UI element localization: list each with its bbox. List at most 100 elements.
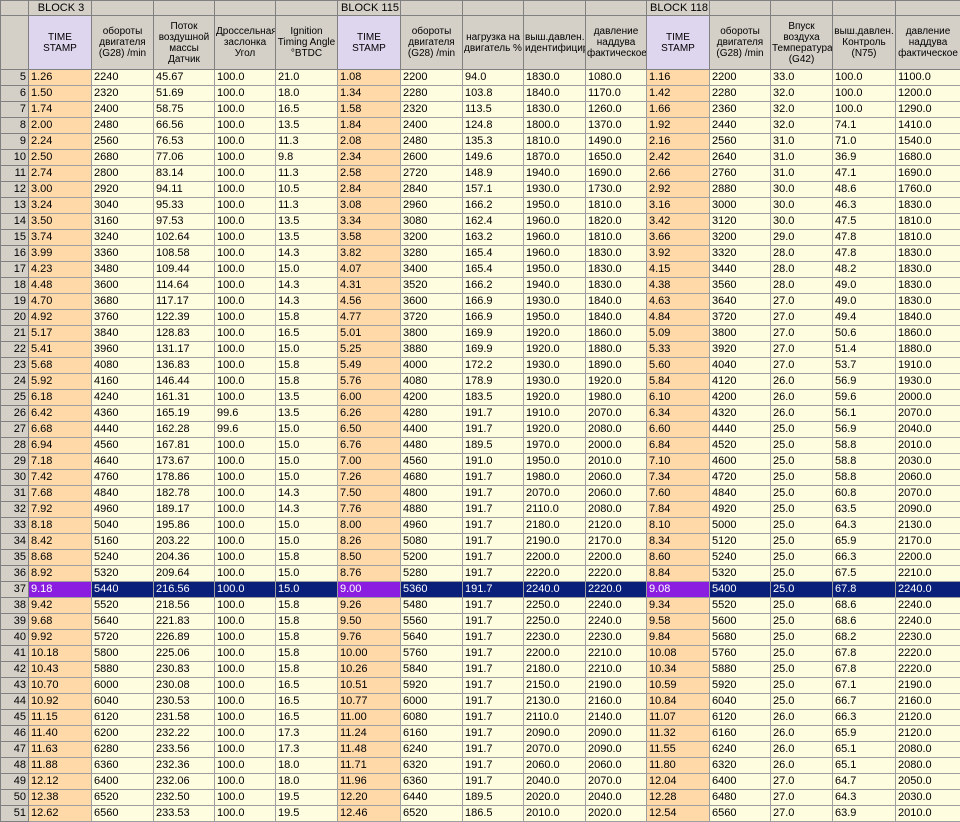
data-cell[interactable]: 2110.0 [524, 502, 586, 518]
data-cell[interactable]: 2600 [401, 150, 463, 166]
data-cell[interactable]: 230.08 [154, 678, 215, 694]
data-cell[interactable]: 6080 [401, 710, 463, 726]
timestamp-cell[interactable]: 5.68 [29, 358, 92, 374]
data-cell[interactable]: 1940.0 [524, 166, 586, 182]
row-number[interactable]: 29 [1, 454, 29, 470]
timestamp-cell[interactable]: 7.00 [338, 454, 401, 470]
data-cell[interactable]: 1910.0 [896, 358, 960, 374]
data-cell[interactable]: 148.9 [463, 166, 524, 182]
timestamp-cell[interactable]: 8.68 [29, 550, 92, 566]
data-cell[interactable]: 2250.0 [524, 598, 586, 614]
data-cell[interactable]: 191.7 [463, 662, 524, 678]
data-cell[interactable]: 5760 [401, 646, 463, 662]
data-cell[interactable]: 191.7 [463, 598, 524, 614]
data-cell[interactable]: 5920 [401, 678, 463, 694]
data-cell[interactable]: 15.8 [276, 358, 338, 374]
data-cell[interactable]: 100.0 [215, 150, 276, 166]
data-cell[interactable]: 28.0 [771, 278, 833, 294]
column-header[interactable]: выш.давлен. Контроль (N75) [833, 16, 896, 70]
data-cell[interactable]: 27.0 [771, 358, 833, 374]
timestamp-cell[interactable]: 4.31 [338, 278, 401, 294]
data-cell[interactable]: 100.0 [215, 550, 276, 566]
timestamp-cell[interactable]: 8.34 [647, 534, 710, 550]
data-cell[interactable]: 2200 [401, 70, 463, 86]
data-cell[interactable]: 2080.0 [896, 758, 960, 774]
data-cell[interactable]: 225.06 [154, 646, 215, 662]
data-cell[interactable]: 68.2 [833, 630, 896, 646]
data-cell[interactable]: 25.0 [771, 470, 833, 486]
timestamp-cell[interactable]: 3.50 [29, 214, 92, 230]
data-cell[interactable]: 67.5 [833, 566, 896, 582]
timestamp-cell[interactable]: 8.92 [29, 566, 92, 582]
data-cell[interactable]: 6440 [401, 790, 463, 806]
data-cell[interactable]: 1830.0 [896, 262, 960, 278]
row-number[interactable]: 33 [1, 518, 29, 534]
data-cell[interactable]: 5240 [92, 550, 154, 566]
data-cell[interactable]: 1880.0 [896, 342, 960, 358]
row-number[interactable]: 44 [1, 694, 29, 710]
data-cell[interactable]: 6320 [401, 758, 463, 774]
row-number[interactable]: 20 [1, 310, 29, 326]
table-row[interactable]: 153.743240102.64100.013.53.583200163.219… [1, 230, 960, 246]
row-number[interactable]: 40 [1, 630, 29, 646]
data-cell[interactable]: 2000.0 [586, 438, 647, 454]
data-cell[interactable]: 5040 [92, 518, 154, 534]
data-cell[interactable]: 5280 [401, 566, 463, 582]
data-cell[interactable]: 191.7 [463, 486, 524, 502]
data-cell[interactable]: 100.0 [215, 742, 276, 758]
row-number[interactable]: 41 [1, 646, 29, 662]
data-cell[interactable]: 6560 [710, 806, 771, 822]
data-cell[interactable]: 100.0 [215, 534, 276, 550]
data-cell[interactable]: 4440 [710, 422, 771, 438]
row-number[interactable]: 24 [1, 374, 29, 390]
data-cell[interactable]: 1370.0 [586, 118, 647, 134]
timestamp-cell[interactable]: 3.34 [338, 214, 401, 230]
timestamp-cell[interactable]: 4.56 [338, 294, 401, 310]
timestamp-cell[interactable]: 12.12 [29, 774, 92, 790]
data-cell[interactable]: 13.5 [276, 406, 338, 422]
data-cell[interactable]: 2060.0 [586, 470, 647, 486]
data-cell[interactable]: 100.0 [215, 774, 276, 790]
row-number[interactable]: 12 [1, 182, 29, 198]
data-cell[interactable]: 17.3 [276, 742, 338, 758]
table-row[interactable]: 143.50316097.53100.013.53.343080162.4196… [1, 214, 960, 230]
timestamp-cell[interactable]: 7.68 [29, 486, 92, 502]
timestamp-cell[interactable]: 2.24 [29, 134, 92, 150]
timestamp-cell[interactable]: 10.34 [647, 662, 710, 678]
data-cell[interactable]: 1810.0 [524, 134, 586, 150]
row-number[interactable]: 49 [1, 774, 29, 790]
data-cell[interactable]: 56.1 [833, 406, 896, 422]
data-cell[interactable]: 2680 [92, 150, 154, 166]
data-cell[interactable]: 14.3 [276, 502, 338, 518]
data-cell[interactable]: 2220.0 [896, 662, 960, 678]
data-cell[interactable]: 16.5 [276, 326, 338, 342]
data-cell[interactable]: 233.56 [154, 742, 215, 758]
data-cell[interactable]: 1820.0 [586, 214, 647, 230]
row-number[interactable]: 17 [1, 262, 29, 278]
data-cell[interactable]: 27.0 [771, 806, 833, 822]
timestamp-cell[interactable]: 6.34 [647, 406, 710, 422]
data-cell[interactable]: 191.7 [463, 758, 524, 774]
data-cell[interactable]: 149.6 [463, 150, 524, 166]
data-cell[interactable]: 3440 [710, 262, 771, 278]
data-cell[interactable]: 1170.0 [586, 86, 647, 102]
timestamp-cell[interactable]: 8.84 [647, 566, 710, 582]
data-cell[interactable]: 182.78 [154, 486, 215, 502]
table-row[interactable]: 61.50232051.69100.018.01.342280103.81840… [1, 86, 960, 102]
row-number[interactable]: 5 [1, 70, 29, 86]
timestamp-cell[interactable]: 5.41 [29, 342, 92, 358]
data-cell[interactable]: 1880.0 [586, 342, 647, 358]
data-cell[interactable]: 1930.0 [524, 182, 586, 198]
data-cell[interactable]: 26.0 [771, 726, 833, 742]
data-cell[interactable]: 2240.0 [586, 614, 647, 630]
timestamp-cell[interactable]: 1.92 [647, 118, 710, 134]
data-cell[interactable]: 5520 [92, 598, 154, 614]
data-cell[interactable]: 14.3 [276, 486, 338, 502]
data-cell[interactable]: 3120 [710, 214, 771, 230]
data-cell[interactable]: 3800 [710, 326, 771, 342]
data-cell[interactable]: 3680 [92, 294, 154, 310]
data-cell[interactable]: 157.1 [463, 182, 524, 198]
data-cell[interactable]: 2920 [92, 182, 154, 198]
data-cell[interactable]: 6040 [710, 694, 771, 710]
data-cell[interactable]: 66.7 [833, 694, 896, 710]
